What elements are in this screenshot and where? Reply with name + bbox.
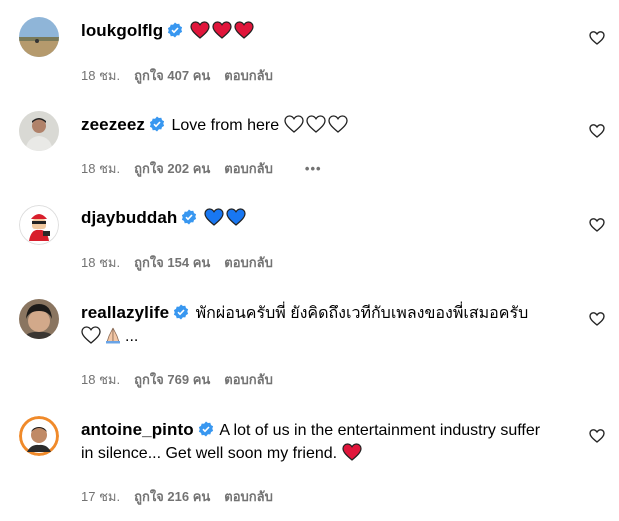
avatar[interactable] bbox=[19, 299, 59, 339]
like-count[interactable]: ถูกใจ 407 คน bbox=[134, 68, 210, 83]
emoji-group bbox=[190, 21, 256, 46]
comment-time[interactable]: 17 ชม. bbox=[81, 489, 120, 504]
heart-outline-icon[interactable] bbox=[589, 217, 605, 233]
red-heart-icon bbox=[190, 21, 210, 39]
more-options-button[interactable]: ••• bbox=[305, 161, 322, 176]
comment-meta: 18 ชม. ถูกใจ 407 คน ตอบกลับ bbox=[81, 65, 287, 86]
blue-heart-icon bbox=[226, 208, 246, 226]
comment-meta: 18 ชม. ถูกใจ 154 คน ตอบกลับ bbox=[81, 252, 287, 273]
outline-heart-icon bbox=[283, 115, 304, 133]
like-count[interactable]: ถูกใจ 202 คน bbox=[134, 161, 210, 176]
heart-outline-icon[interactable] bbox=[589, 311, 605, 327]
outline-heart-icon bbox=[81, 326, 101, 344]
heart-outline-icon[interactable] bbox=[589, 30, 605, 46]
heart-outline-icon[interactable] bbox=[589, 123, 605, 139]
red-heart-icon bbox=[341, 443, 362, 461]
emoji-group bbox=[283, 115, 350, 140]
avatar[interactable] bbox=[19, 416, 59, 456]
comment-time[interactable]: 18 ชม. bbox=[81, 255, 120, 270]
blue-heart-icon bbox=[204, 208, 224, 226]
verified-badge-icon bbox=[198, 421, 213, 437]
like-count[interactable]: ถูกใจ 154 คน bbox=[134, 255, 210, 270]
username[interactable]: reallazylife bbox=[81, 303, 169, 322]
username[interactable]: loukgolflg bbox=[81, 21, 163, 40]
emoji-group bbox=[341, 443, 364, 468]
comment-time[interactable]: 18 ชม. bbox=[81, 68, 120, 83]
avatar[interactable] bbox=[19, 205, 59, 245]
verified-badge-icon bbox=[168, 22, 183, 38]
outline-heart-icon bbox=[305, 115, 326, 133]
avatar[interactable] bbox=[19, 111, 59, 151]
heart-outline-icon[interactable] bbox=[589, 428, 605, 444]
reply-button[interactable]: ตอบกลับ bbox=[224, 255, 273, 270]
username[interactable]: antoine_pinto bbox=[81, 420, 194, 439]
comment-meta: 17 ชม. ถูกใจ 216 คน ตอบกลับ bbox=[81, 486, 287, 507]
comment-content: zeezeez Love from here bbox=[81, 113, 571, 140]
red-heart-icon bbox=[212, 21, 232, 39]
comment-time[interactable]: 18 ชม. bbox=[81, 372, 120, 387]
praying-hands-icon bbox=[106, 327, 120, 344]
comment-text: พักผ่อนครับพี่ ยังคิดถึงเวทีกับเพลงของพี… bbox=[195, 305, 529, 322]
comment-content: reallazylife พักผ่อนครับพี่ ยังคิดถึงเวท… bbox=[81, 301, 571, 351]
comment-content: djaybuddah bbox=[81, 206, 571, 233]
verified-badge-icon bbox=[182, 209, 197, 225]
reply-button[interactable]: ตอบกลับ bbox=[224, 68, 273, 83]
reply-button[interactable]: ตอบกลับ bbox=[224, 161, 273, 176]
comment-time[interactable]: 18 ชม. bbox=[81, 161, 120, 176]
comment-content: antoine_pinto A lot of us in the enterta… bbox=[81, 418, 551, 468]
verified-badge-icon bbox=[174, 304, 189, 320]
avatar[interactable] bbox=[19, 17, 59, 57]
comment-meta: 18 ชม. ถูกใจ 769 คน ตอบกลับ bbox=[81, 369, 287, 390]
comment-content: loukgolflg bbox=[81, 19, 571, 46]
username[interactable]: djaybuddah bbox=[81, 208, 177, 227]
like-count[interactable]: ถูกใจ 216 คน bbox=[134, 489, 210, 504]
like-count[interactable]: ถูกใจ 769 คน bbox=[134, 372, 210, 387]
comment-meta: 18 ชม. ถูกใจ 202 คน ตอบกลับ ••• bbox=[81, 158, 336, 179]
reply-button[interactable]: ตอบกลับ bbox=[224, 372, 273, 387]
emoji-group bbox=[204, 208, 248, 233]
verified-badge-icon bbox=[149, 116, 165, 132]
outline-heart-icon bbox=[327, 115, 348, 133]
reply-button[interactable]: ตอบกลับ bbox=[224, 489, 273, 504]
emoji-group bbox=[81, 326, 125, 351]
red-heart-icon bbox=[234, 21, 254, 39]
comment-text: Love from here bbox=[171, 117, 280, 134]
comment-truncation[interactable]: ... bbox=[125, 328, 138, 345]
username[interactable]: zeezeez bbox=[81, 115, 145, 134]
